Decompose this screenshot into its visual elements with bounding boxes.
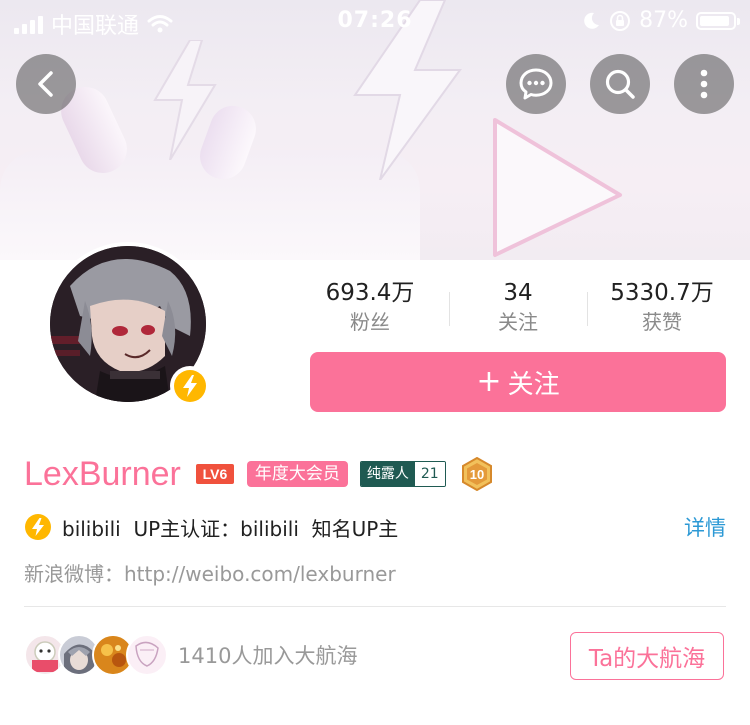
message-button[interactable] — [506, 54, 566, 114]
fleet-button[interactable]: Ta的大航海 — [570, 632, 724, 680]
follow-button-label: 关注 — [507, 369, 560, 400]
stat-divider — [587, 292, 588, 326]
moon-icon — [584, 12, 600, 29]
lightning-verified-icon — [174, 370, 206, 402]
back-button[interactable] — [16, 54, 76, 114]
chat-bubble-icon — [519, 68, 553, 100]
battery-percent: 87% — [639, 8, 688, 33]
fleet-avatars — [24, 634, 168, 676]
level-badge: LV6 — [195, 464, 234, 484]
banner-bolt-icon — [153, 40, 217, 160]
weibo-url[interactable]: http://weibo.com/lexburner — [124, 562, 396, 586]
fleet-row[interactable]: 1410人加入大航海 — [24, 632, 357, 678]
stat-value: 5330.7万 — [610, 280, 714, 306]
level-badge-text: LV6 — [203, 466, 228, 482]
search-icon — [605, 69, 635, 99]
username: LexBurner — [24, 454, 181, 493]
stat-label: 关注 — [498, 310, 538, 334]
verified-badge — [170, 366, 210, 406]
honor-badge-text: 10 — [469, 467, 483, 482]
verify-text: bilibili UP主认证：bilibili 知名UP主 — [62, 516, 399, 541]
status-bar: 中国联通 07:26 87% — [0, 0, 750, 40]
verify-row: bilibili UP主认证：bilibili 知名UP主 详情 — [24, 510, 728, 544]
section-divider — [24, 606, 726, 607]
avatar-container[interactable] — [46, 242, 210, 406]
fan-medal-name: 纯露人 — [360, 462, 415, 486]
fan-medal-level: 21 — [414, 462, 445, 486]
fleet-avatar — [126, 634, 168, 676]
stat-label: 获赞 — [642, 310, 682, 334]
follow-button[interactable]: + 关注 — [310, 352, 726, 412]
fan-medal[interactable]: 纯露人 21 — [359, 461, 446, 487]
stat-value: 693.4万 — [325, 280, 415, 306]
weibo-row: 新浪微博：http://weibo.com/lexburner — [24, 558, 396, 587]
stat-fans[interactable]: 693.4万 粉丝 — [300, 278, 440, 336]
stat-label: 粉丝 — [350, 310, 390, 334]
more-button[interactable] — [674, 54, 734, 114]
status-right: 87% — [581, 8, 740, 33]
more-vertical-icon — [700, 69, 708, 99]
name-row: LexBurner LV6 年度大会员 纯露人 21 10 — [24, 452, 494, 496]
detail-link[interactable]: 详情 — [684, 512, 726, 542]
stat-value: 34 — [503, 280, 533, 306]
chevron-left-icon — [38, 71, 53, 97]
plus-icon: + — [476, 364, 502, 399]
battery-icon — [696, 11, 740, 30]
vip-badge: 年度大会员 — [246, 461, 348, 487]
stat-likes: 5330.7万 获赞 — [592, 278, 732, 336]
lightning-verified-icon — [25, 514, 51, 540]
stats-bar: 693.4万 粉丝 34 关注 5330.7万 获赞 — [300, 278, 740, 338]
fleet-text: 1410人加入大航海 — [178, 644, 358, 668]
honor-badge[interactable]: 10 — [460, 457, 494, 491]
stat-following[interactable]: 34 关注 — [448, 278, 588, 336]
weibo-label: 新浪微博： — [24, 562, 124, 586]
search-button[interactable] — [590, 54, 650, 114]
rotation-lock-icon — [610, 10, 631, 31]
banner-play-icon — [493, 118, 622, 257]
